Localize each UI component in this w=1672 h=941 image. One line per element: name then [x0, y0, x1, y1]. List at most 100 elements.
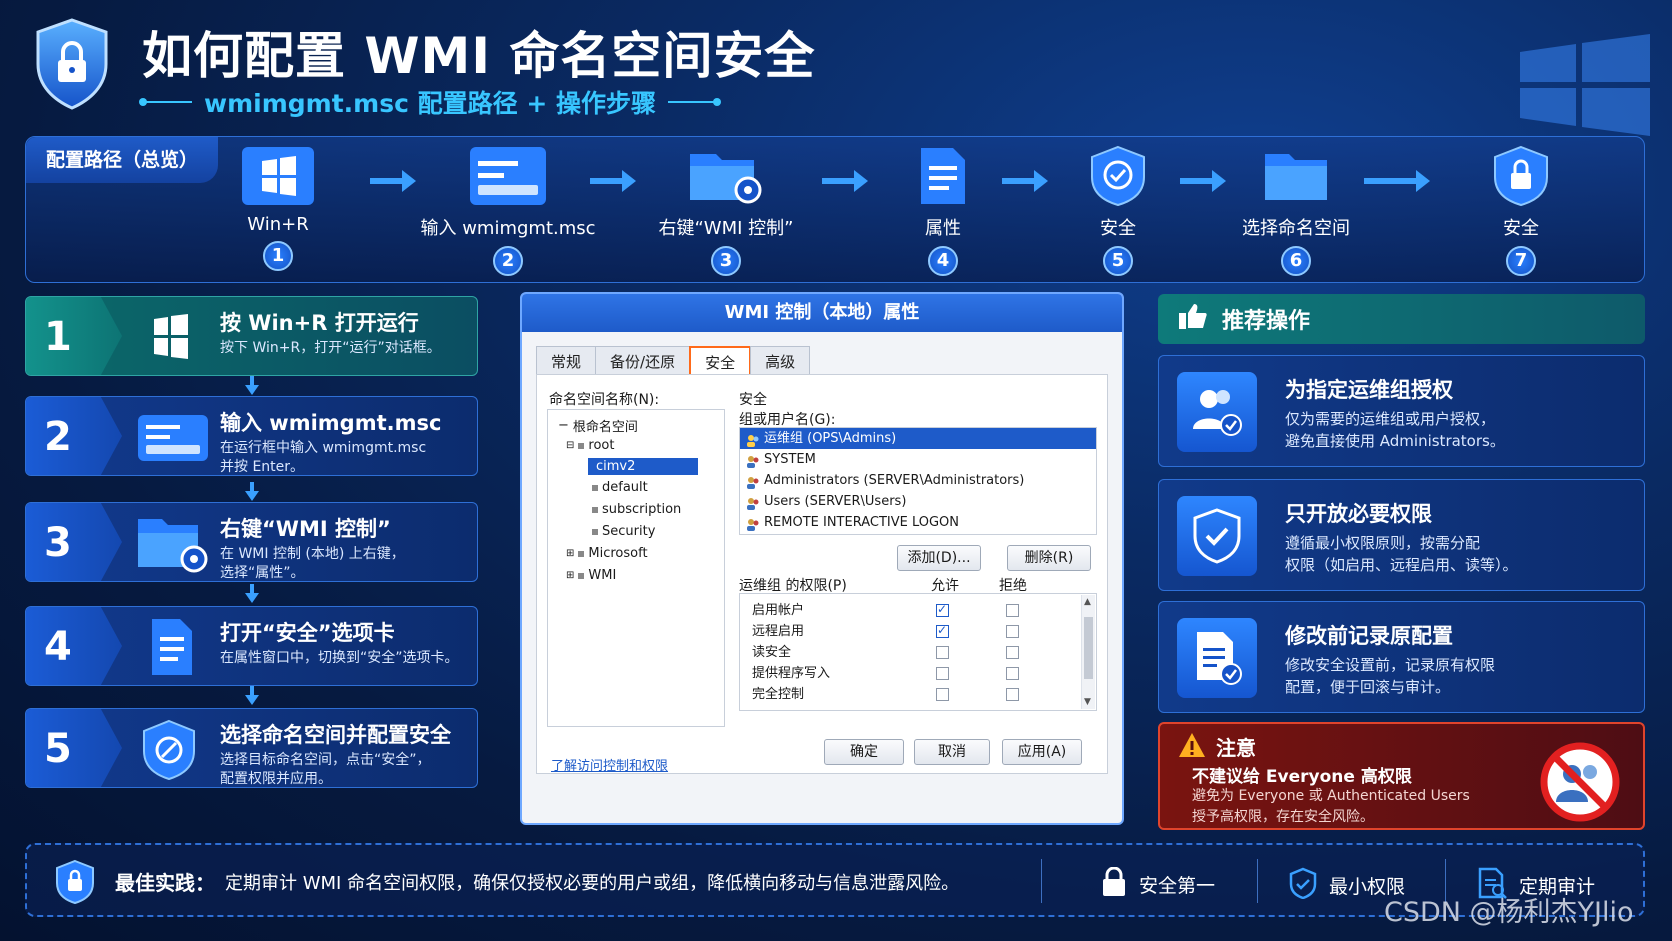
step-title: 选择命名空间并配置安全 [220, 723, 451, 747]
ok-button[interactable]: 确定 [824, 739, 904, 765]
apply-button[interactable]: 应用(A) [1002, 739, 1082, 765]
path-step-label: 安全 [1100, 218, 1136, 239]
tab-security[interactable]: 安全 [689, 346, 752, 377]
warning-title: 注意 [1216, 736, 1256, 760]
user-item-system[interactable]: SYSTEM [740, 449, 1096, 470]
user-label: REMOTE INTERACTIVE LOGON [764, 515, 959, 530]
tree-item-root[interactable]: ⊟ root [566, 438, 614, 453]
tree-item-wmi[interactable]: ⊞ WMI [566, 568, 616, 583]
tree-expand-icon: ⊟ [566, 440, 575, 451]
tree-item-label: root [588, 438, 615, 453]
deny-column-header: 拒绝 [999, 578, 1027, 594]
allow-checkbox-read-security[interactable] [936, 646, 949, 659]
tree-node-icon [578, 442, 585, 449]
dialog-title: WMI 控制（本地）属性 [522, 294, 1122, 332]
path-step-7: 安全 7 [1426, 145, 1616, 276]
tab-advanced[interactable]: 高级 [750, 346, 811, 377]
shield-lock-icon [1483, 145, 1559, 207]
permission-name: 提供程序写入 [752, 666, 831, 681]
step-title: 打开“安全”选项卡 [220, 621, 395, 645]
dialog-tabs: 常规 备份/还原 安全 高级 [536, 346, 811, 377]
recommend-card-2: 只开放必要权限 遵循最小权限原则，按需分配权限（如启用、远程启用、读等）。 [1158, 479, 1645, 591]
arrow-down-icon [242, 482, 262, 502]
allow-checkbox-full-control[interactable] [936, 688, 949, 701]
path-step-number: 6 [1281, 246, 1311, 276]
step-number: 3 [26, 503, 122, 581]
tree-item-root-namespace[interactable]: − 根命名空间 [558, 416, 638, 435]
path-step-number: 3 [711, 246, 741, 276]
user-group-icon [746, 454, 760, 468]
path-step-3: 右键“WMI 控制” 3 [631, 146, 821, 276]
step-number: 1 [26, 297, 122, 375]
tree-item-cimv2[interactable]: cimv2 [588, 458, 698, 475]
windows-logo-watermark [1510, 30, 1660, 140]
tree-expand-icon: ⊞ [566, 570, 575, 581]
tree-item-label: WMI [588, 568, 617, 583]
scrollbar-thumb[interactable] [1084, 617, 1093, 679]
allow-checkbox-remote-enable[interactable] [936, 623, 949, 638]
permissions-scrollbar[interactable]: ▲ ▼ [1081, 595, 1095, 709]
warning-card: 注意 不建议给 Everyone 高权限 避免为 Everyone 或 Auth… [1158, 722, 1645, 830]
tree-item-microsoft[interactable]: ⊞ Microsoft [566, 546, 648, 561]
shield-check-icon [1177, 496, 1257, 576]
users-check-icon [1177, 372, 1257, 452]
tab-general[interactable]: 常规 [536, 346, 597, 377]
scroll-down-icon[interactable]: ▼ [1084, 697, 1091, 707]
path-step-label: 属性 [925, 218, 961, 239]
tree-node-icon [578, 550, 585, 557]
shield-lock-logo [34, 18, 110, 110]
tree-item-subscription[interactable]: subscription [592, 502, 681, 517]
scroll-up-icon[interactable]: ▲ [1084, 597, 1091, 607]
folder-gear-icon [688, 146, 764, 206]
step-desc: 在属性窗口中，切换到“安全”选项卡。 [220, 649, 459, 668]
path-step-number: 1 [263, 241, 293, 271]
recommend-desc-line: 权限（如启用、远程启用、读等）。 [1285, 556, 1518, 574]
security-label: 安全 [739, 392, 767, 408]
arrow-right-icon [368, 166, 418, 196]
path-step-number: 5 [1103, 246, 1133, 276]
step-desc: 在 WMI 控制 (本地) 上右键， 选择“属性”。 [220, 545, 405, 581]
footer-divider [1041, 859, 1042, 903]
arrow-down-icon [242, 686, 262, 706]
tree-item-label: 根命名空间 [572, 420, 638, 435]
add-user-button[interactable]: 添加(D)... [897, 545, 981, 571]
shield-check-icon [1289, 867, 1317, 904]
recommend-title: 只开放必要权限 [1285, 502, 1432, 526]
tree-item-security[interactable]: Security [592, 524, 655, 539]
step-title: 按 Win+R 打开运行 [220, 311, 419, 335]
subtitle-line-right [667, 98, 721, 106]
user-item-ops-admins[interactable]: 运维组 (OPS\Admins) [740, 428, 1096, 449]
learn-access-control-link[interactable]: 了解访问控制和权限 [551, 755, 668, 774]
user-label: 运维组 (OPS\Admins) [764, 431, 897, 446]
path-step-label: Win+R [247, 214, 309, 235]
warning-icon [1178, 732, 1206, 762]
tree-item-default[interactable]: default [592, 480, 648, 495]
tree-item-label: cimv2 [596, 459, 636, 474]
recommend-desc-line: 遵循最小权限原则，按需分配 [1285, 534, 1481, 552]
users-list: 运维组 (OPS\Admins) SYSTEM Administrators (… [739, 427, 1097, 535]
step-desc-line: 在属性窗口中，切换到“安全”选项卡。 [220, 650, 459, 666]
user-item-administrators[interactable]: Administrators (SERVER\Administrators) [740, 470, 1096, 491]
tree-item-label: subscription [602, 502, 682, 517]
tab-backup-restore[interactable]: 备份/还原 [595, 346, 691, 377]
allow-checkbox-enable-account[interactable] [936, 602, 949, 617]
deny-checkbox-provider-write[interactable] [1006, 667, 1019, 680]
user-item-remote-interactive-logon[interactable]: REMOTE INTERACTIVE LOGON [740, 512, 1096, 533]
deny-checkbox-remote-enable[interactable] [1006, 625, 1019, 638]
recommend-desc-line: 避免直接使用 Administrators。 [1285, 432, 1505, 450]
step-card-3: 3 右键“WMI 控制” 在 WMI 控制 (本地) 上右键， 选择“属性”。 [25, 502, 478, 582]
step-desc-line: 在 WMI 控制 (本地) 上右键， [220, 546, 405, 562]
warning-desc: 避免为 Everyone 或 Authenticated Users 授予高权限，… [1192, 786, 1470, 828]
permission-name: 远程启用 [752, 624, 805, 639]
cancel-button[interactable]: 取消 [914, 739, 990, 765]
tree-item-label: Microsoft [588, 546, 648, 561]
deny-checkbox-enable-account[interactable] [1006, 604, 1019, 617]
deny-checkbox-full-control[interactable] [1006, 688, 1019, 701]
path-step-number: 4 [928, 246, 958, 276]
step-desc-line: 并按 Enter。 [220, 459, 305, 475]
deny-checkbox-read-security[interactable] [1006, 646, 1019, 659]
user-item-users[interactable]: Users (SERVER\Users) [740, 491, 1096, 512]
remove-user-button[interactable]: 删除(R) [1007, 545, 1091, 571]
allow-checkbox-provider-write[interactable] [936, 667, 949, 680]
user-label: Administrators (SERVER\Administrators) [764, 473, 1025, 488]
